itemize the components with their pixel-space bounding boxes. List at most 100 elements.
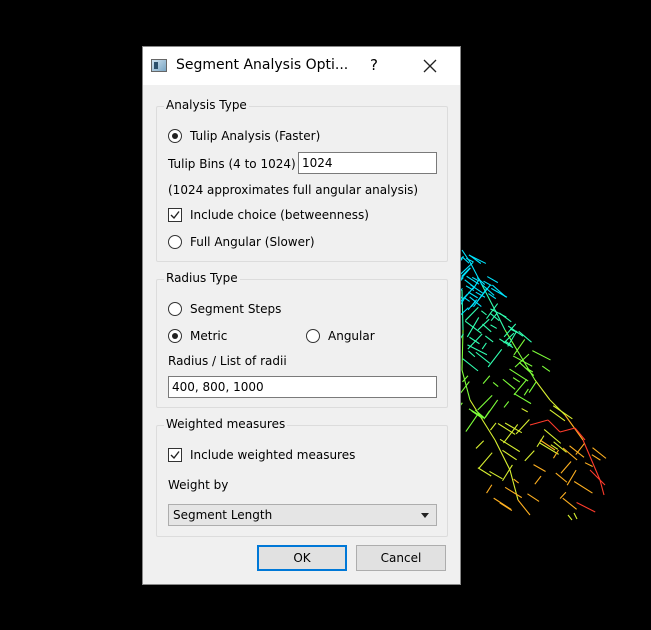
tulip-bins-label: Tulip Bins (4 to 1024): [168, 157, 296, 171]
map-segment: [487, 348, 503, 368]
map-segment: [589, 469, 606, 486]
map-segment: [532, 350, 551, 361]
map-segment: [481, 284, 496, 311]
close-icon: [423, 59, 437, 73]
segment-steps-radio[interactable]: [168, 302, 182, 316]
map-segment: [549, 409, 566, 422]
map-segment: [492, 382, 499, 387]
map-segment: [584, 462, 593, 468]
map-segment: [469, 261, 483, 286]
map-segment: [529, 419, 549, 426]
title-bar[interactable]: Segment Analysis Opti... ?: [143, 47, 460, 85]
full-angular-radio[interactable]: [168, 235, 182, 249]
map-segment: [490, 422, 497, 431]
map-segment: [502, 378, 516, 390]
map-segment: [509, 469, 519, 501]
map-segment: [512, 377, 521, 383]
map-segment: [486, 484, 493, 494]
map-segment: [518, 330, 532, 343]
map-segment: [518, 361, 535, 376]
map-segment: [513, 478, 520, 484]
include-choice-checkbox[interactable]: [168, 208, 182, 222]
map-segment: [527, 493, 540, 502]
map-segment: [482, 375, 491, 384]
weight-by-select[interactable]: Segment Length: [168, 504, 437, 526]
map-segment: [566, 469, 577, 486]
map-segment: [462, 358, 479, 372]
tulip-bins-input[interactable]: 1024: [298, 152, 437, 174]
chevron-down-icon: [421, 513, 429, 518]
metric-radio[interactable]: [168, 329, 182, 343]
segment-steps-label: Segment Steps: [190, 302, 282, 316]
map-segment: [489, 470, 503, 480]
map-segment: [591, 454, 601, 461]
map-segment: [517, 499, 531, 516]
help-button[interactable]: ?: [365, 56, 383, 74]
radii-input[interactable]: 400, 800, 1000: [168, 376, 437, 398]
map-segment: [562, 497, 577, 510]
map-segment: [503, 424, 519, 444]
angular-radio[interactable]: [306, 329, 320, 343]
map-segment: [564, 414, 584, 441]
map-segment: [481, 342, 487, 350]
map-segment: [482, 323, 492, 333]
map-segment: [488, 293, 497, 300]
weight-by-label: Weight by: [168, 478, 229, 492]
map-segment: [490, 324, 498, 329]
map-segment: [465, 412, 480, 432]
map-segment: [534, 475, 542, 485]
map-segment: [534, 379, 551, 401]
map-segment: [541, 365, 551, 372]
map-segment: [521, 408, 528, 413]
map-segment: [543, 429, 562, 444]
map-segment: [515, 419, 530, 435]
map-segment: [461, 369, 471, 401]
map-segment: [559, 491, 567, 499]
map-segment: [467, 333, 483, 350]
map-segment: [497, 423, 516, 435]
include-weighted-label: Include weighted measures: [190, 448, 356, 462]
ok-button[interactable]: OK: [257, 545, 347, 571]
map-segment: [560, 461, 572, 474]
weighted-measures-legend: Weighted measures: [164, 417, 288, 431]
radius-type-legend: Radius Type: [164, 271, 240, 285]
map-segment: [528, 380, 538, 393]
metric-label: Metric: [190, 329, 228, 343]
map-segment: [484, 335, 494, 343]
map-segment: [475, 440, 485, 449]
map-segment: [513, 379, 528, 396]
map-segment: [490, 287, 508, 298]
map-segment: [509, 368, 529, 382]
map-segment: [477, 394, 493, 411]
map-segment: [468, 350, 476, 358]
map-segment: [550, 444, 559, 450]
map-segment: [464, 320, 482, 334]
map-segment: [478, 452, 493, 469]
app-icon: [151, 59, 167, 72]
map-segment: [523, 388, 529, 396]
map-segment: [493, 497, 512, 510]
map-segment: [524, 450, 535, 462]
checkmark-icon: [170, 211, 180, 220]
include-weighted-checkbox[interactable]: [168, 448, 182, 462]
map-segment: [555, 472, 568, 483]
tulip-bins-note: (1024 approximates full angular analysis…: [168, 183, 419, 197]
full-angular-label: Full Angular (Slower): [190, 235, 315, 249]
map-segment: [567, 514, 573, 521]
map-segment: [552, 405, 573, 420]
tulip-analysis-label: Tulip Analysis (Faster): [190, 129, 321, 143]
map-segment: [519, 354, 536, 381]
analysis-type-legend: Analysis Type: [164, 98, 249, 112]
map-segment: [461, 289, 464, 331]
map-segment: [513, 393, 532, 405]
close-button[interactable]: [415, 53, 445, 79]
map-segment: [533, 464, 546, 473]
map-segment: [477, 467, 492, 477]
radii-label: Radius / List of radii: [168, 354, 287, 368]
segment-analysis-dialog: Segment Analysis Opti... ? Analysis Type…: [142, 46, 461, 585]
cancel-button[interactable]: Cancel: [356, 545, 446, 571]
angular-label: Angular: [328, 329, 375, 343]
map-segment: [475, 351, 491, 364]
map-segment: [582, 439, 601, 481]
tulip-analysis-radio[interactable]: [168, 129, 182, 143]
